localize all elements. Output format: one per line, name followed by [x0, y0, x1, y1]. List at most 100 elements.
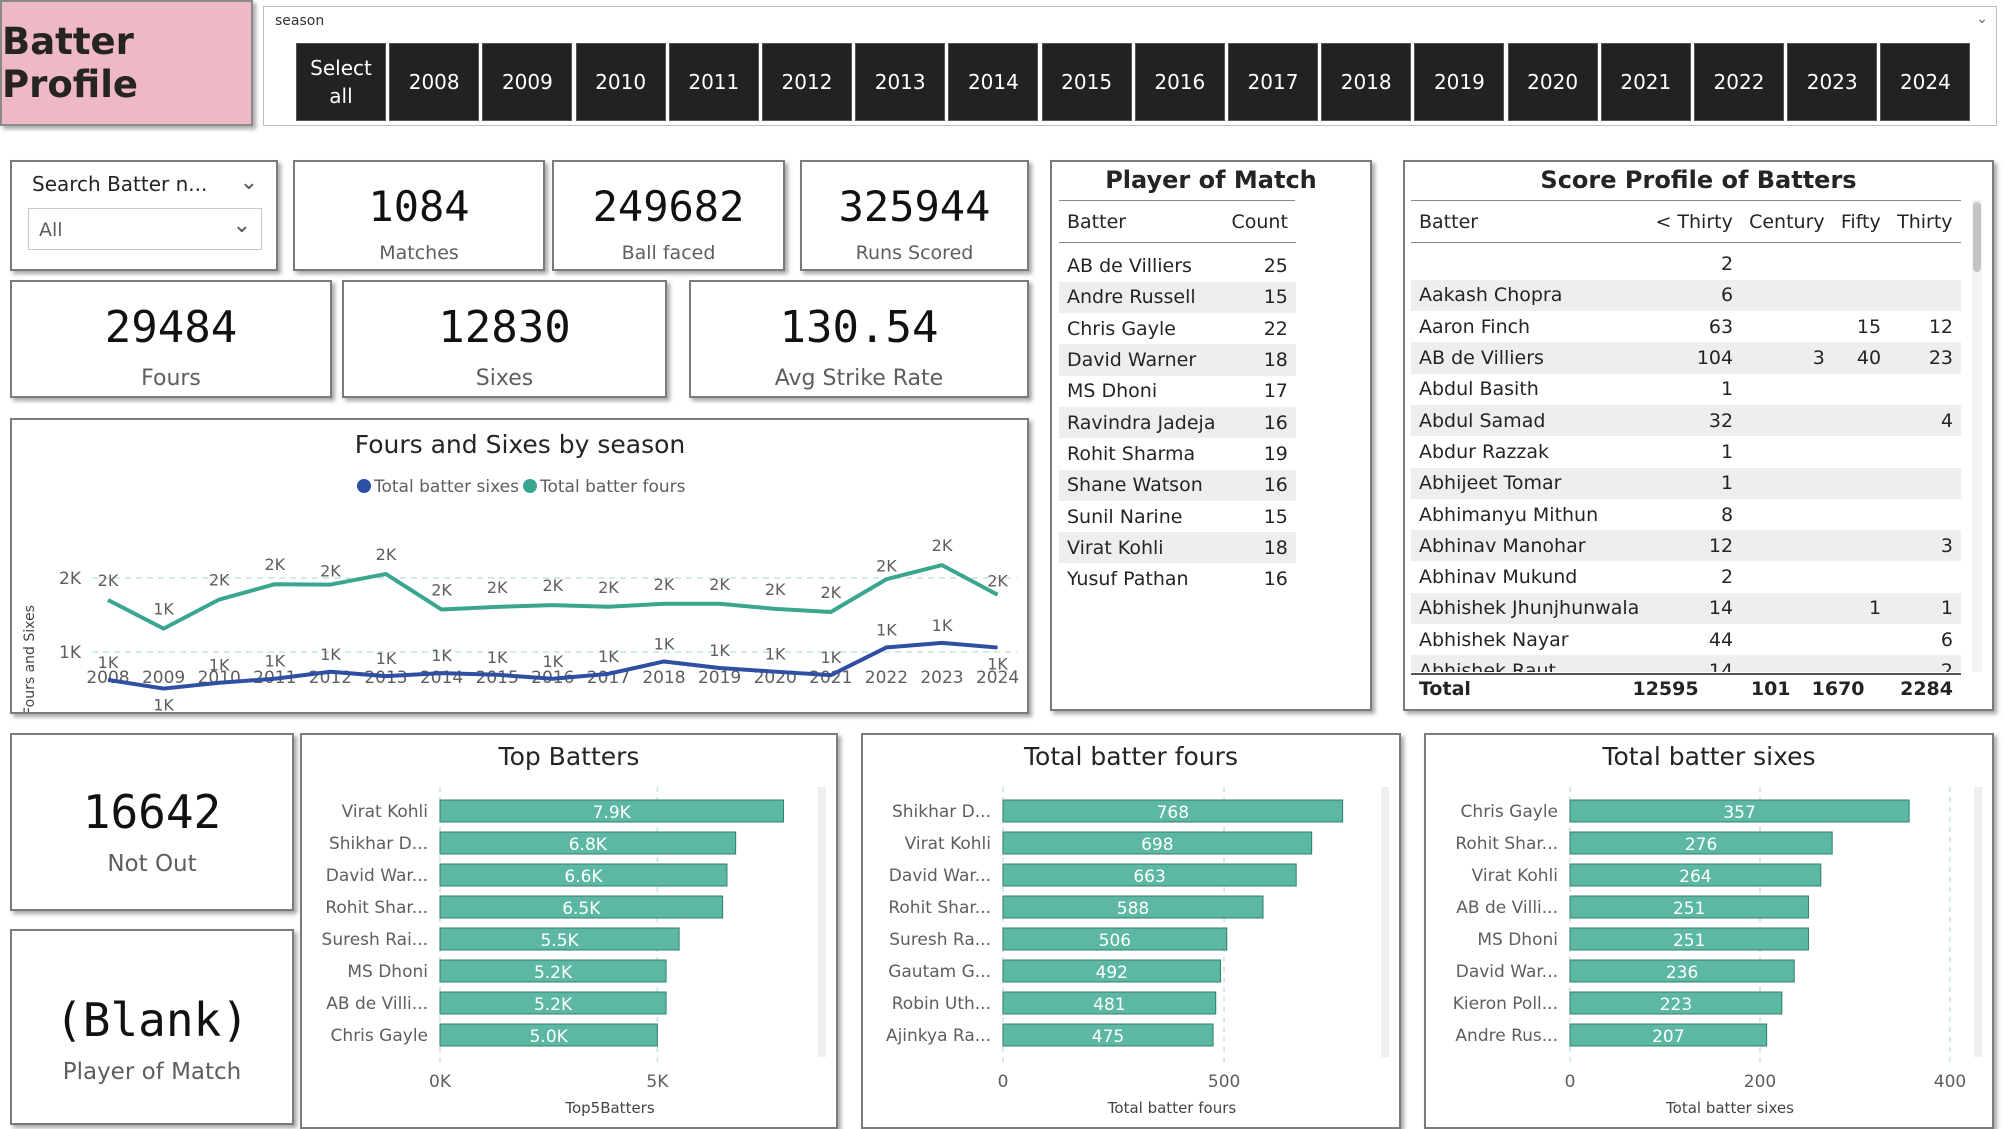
total-cell: 2284: [1900, 678, 1953, 700]
kpi-matches-label: Matches: [379, 242, 459, 264]
sixes-data-label: 1K: [820, 648, 841, 667]
table-row[interactable]: Abhinav Manohar 12 3: [1411, 530, 1961, 562]
score-header-thirty[interactable]: < Thirty: [1647, 202, 1742, 243]
season-button-2019[interactable]: 2019: [1414, 43, 1505, 121]
kpi-not-out: 16642 Not Out: [10, 733, 294, 911]
table-row[interactable]: Abdul Basith 1: [1411, 374, 1961, 405]
table-row[interactable]: Ravindra Jadeja 16: [1059, 406, 1296, 439]
score-table-title: Score Profile of Batters: [1540, 166, 1857, 194]
season-button-2008[interactable]: 2008: [389, 43, 480, 121]
sixes-data-label: 1K: [264, 652, 285, 671]
season-button-2023[interactable]: 2023: [1787, 43, 1878, 121]
table-row[interactable]: MS Dhoni 17: [1059, 376, 1296, 407]
season-button-2020[interactable]: 2020: [1507, 43, 1598, 121]
batter-search-dropdown[interactable]: All ⌄: [28, 208, 262, 250]
table-row[interactable]: Aaron Finch 63 15 12: [1411, 311, 1961, 342]
kpi-strike-rate: 130.54 Avg Strike Rate: [689, 280, 1029, 398]
table-row[interactable]: Abdul Samad 32 4: [1411, 404, 1961, 437]
score-cell: [1741, 530, 1833, 561]
bar-data-label: 357: [1723, 803, 1755, 823]
fours-data-label: 2K: [431, 581, 452, 600]
season-button-2016[interactable]: 2016: [1134, 43, 1225, 121]
total-batter-fours-chart: Total batter fours 0 500 Total batter fours…: [861, 733, 1401, 1129]
season-button-2011[interactable]: 2011: [668, 43, 759, 121]
pom-count-cell: 16: [1263, 568, 1288, 591]
score-table-viewport[interactable]: Batter < Thirty Century Fifty Thirty 2 Aakash …: [1411, 202, 1961, 672]
sixes-data-label: 1K: [654, 634, 675, 653]
pom-count-cell: 16: [1263, 411, 1288, 434]
table-row[interactable]: Abhishek Nayar 44 6: [1411, 624, 1961, 655]
score-cell: [1411, 249, 1647, 280]
season-select-all-button[interactable]: Select all: [296, 43, 386, 121]
table-row[interactable]: Virat Kohli 18: [1059, 532, 1296, 564]
season-button-2021[interactable]: 2021: [1600, 43, 1691, 121]
table-row[interactable]: Abhishek Raut 14 2: [1411, 655, 1961, 672]
score-table-scrollbar[interactable]: [1972, 200, 1982, 672]
score-cell: [1889, 436, 1961, 467]
chevron-down-icon: ⌄: [232, 213, 251, 238]
bar-data-label: 7.9K: [593, 803, 632, 823]
sixes-data-label: 1K: [376, 649, 397, 668]
chevron-down-icon[interactable]: ⌄: [240, 170, 258, 195]
score-cell: 63: [1708, 315, 1734, 338]
score-header-thirty[interactable]: Thirty: [1889, 202, 1961, 243]
kpi-balls-label: Ball faced: [621, 242, 716, 264]
bar-chart-title: Total batter fours: [1023, 742, 1238, 771]
sixes-data-label: 1K: [431, 646, 452, 665]
score-cell: [1741, 655, 1833, 672]
table-row[interactable]: AB de Villiers 25: [1059, 251, 1296, 282]
pom-batter-cell: Yusuf Pathan: [1067, 568, 1189, 591]
scrollbar-thumb[interactable]: [1973, 202, 1981, 272]
season-button-2018[interactable]: 2018: [1321, 43, 1412, 121]
score-cell: [1889, 561, 1961, 592]
season-button-2012[interactable]: 2012: [762, 43, 852, 121]
bar-data-label: 506: [1099, 931, 1131, 951]
score-cell: [1833, 499, 1889, 530]
table-row[interactable]: Abhimanyu Mithun 8: [1411, 499, 1961, 530]
season-button-2015[interactable]: 2015: [1041, 43, 1132, 121]
table-row[interactable]: Sunil Narine 15: [1059, 501, 1296, 532]
season-button-2009[interactable]: 2009: [482, 43, 573, 121]
pom-header-count[interactable]: Count: [1223, 202, 1296, 243]
score-header-fifty[interactable]: Fifty: [1832, 202, 1890, 243]
score-header-century[interactable]: Century: [1741, 202, 1833, 243]
pom-header-batter[interactable]: Batter: [1059, 202, 1224, 243]
bar-category-label: Robin Uth...: [892, 994, 991, 1014]
pom-count-cell: 18: [1263, 536, 1288, 559]
season-button-2022[interactable]: 2022: [1694, 43, 1784, 121]
table-row[interactable]: Abhijeet Tomar 1: [1411, 467, 1961, 499]
pom-batter-cell: Shane Watson: [1067, 474, 1203, 497]
table-row[interactable]: Abhishek Jhunjhunwala 14 1 1: [1411, 592, 1961, 625]
pom-batter-cell: Ravindra Jadeja: [1067, 411, 1216, 434]
bar-data-label: 698: [1141, 835, 1173, 855]
table-row[interactable]: Shane Watson 16: [1059, 469, 1296, 501]
bar-category-label: Ajinkya Ra...: [886, 1026, 991, 1046]
table-row[interactable]: 2: [1411, 249, 1961, 280]
table-row[interactable]: Rohit Sharma 19: [1059, 438, 1296, 469]
chevron-down-icon[interactable]: ⌄: [1976, 11, 1988, 27]
table-row[interactable]: AB de Villiers 104 3 40 23: [1411, 342, 1961, 374]
bar-category-label: MS Dhoni: [1477, 930, 1558, 950]
bar-category-label: David War...: [889, 866, 991, 886]
score-cell: [1889, 374, 1961, 405]
season-button-2024[interactable]: 2024: [1880, 43, 1971, 121]
table-row[interactable]: Andre Russell 15: [1059, 281, 1296, 314]
total-cell: 1670: [1811, 678, 1865, 700]
sixes-data-label: 1K: [487, 648, 508, 667]
table-row[interactable]: David Warner 18: [1059, 344, 1296, 376]
line-chart-svg: Fours and Sixes by season Total batter si…: [22, 430, 1019, 712]
kpi-notout-label: Not Out: [107, 851, 197, 877]
total-batter-sixes-svg: Total batter sixes 0 200 400 Total batter si…: [1453, 742, 1982, 1117]
season-button-2010[interactable]: 2010: [575, 43, 666, 121]
kpi-pom-value: (Blank): [55, 993, 249, 1047]
table-row[interactable]: Abhinav Mukund 2: [1411, 561, 1961, 592]
table-row[interactable]: Aakash Chopra 6: [1411, 279, 1961, 312]
season-button-2014[interactable]: 2014: [948, 43, 1039, 121]
season-button-2013[interactable]: 2013: [855, 43, 946, 121]
table-row[interactable]: Abdur Razzak 1: [1411, 436, 1961, 467]
table-row[interactable]: Yusuf Pathan 16: [1059, 563, 1296, 594]
x-tick-label: 2015: [476, 668, 519, 688]
table-row[interactable]: Chris Gayle 22: [1059, 313, 1296, 344]
score-header-batter[interactable]: Batter: [1411, 202, 1648, 243]
season-button-2017[interactable]: 2017: [1228, 43, 1318, 121]
